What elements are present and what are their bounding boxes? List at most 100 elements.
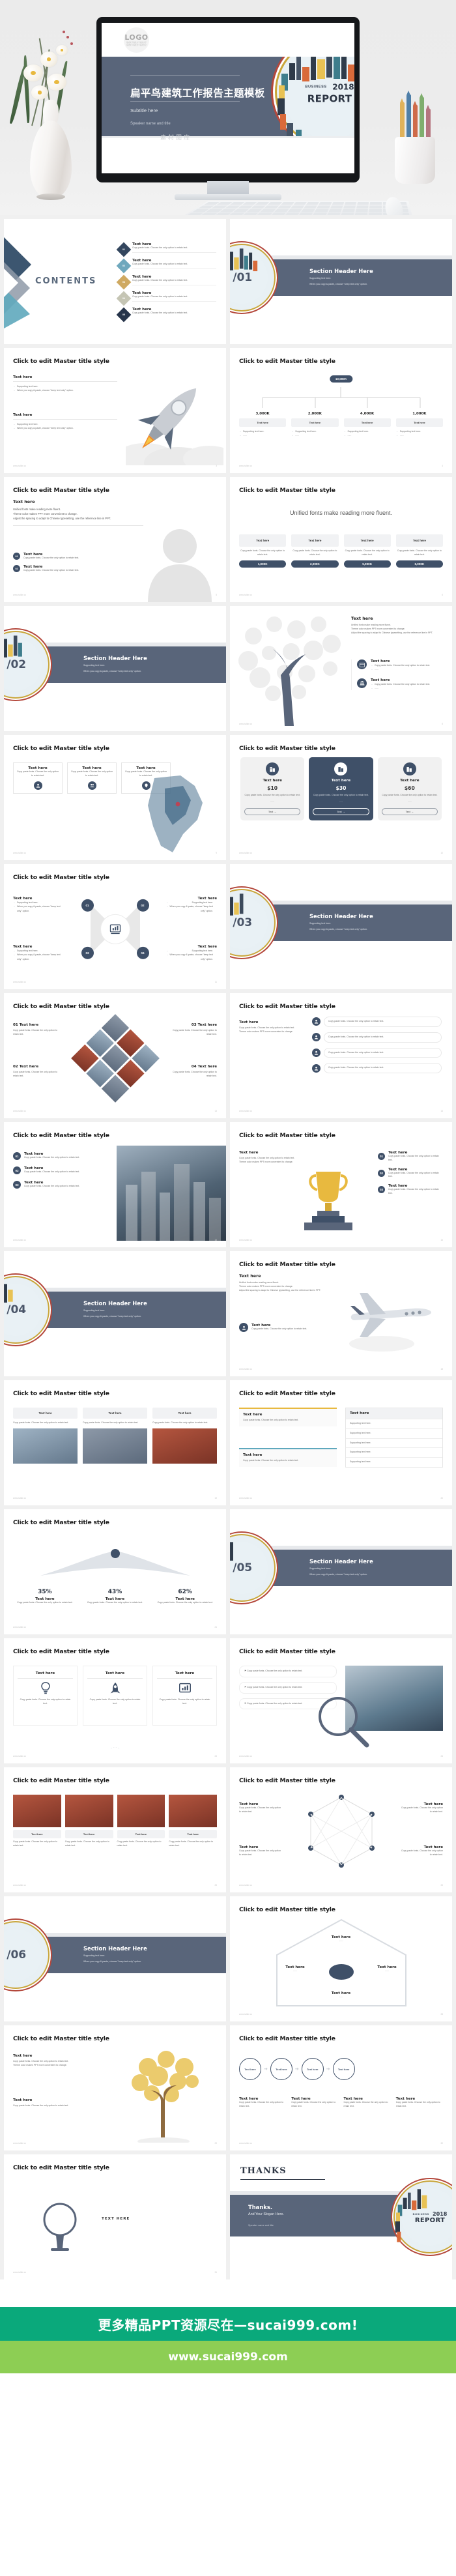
slide-section-06[interactable]: /06 Section Header Here Supporting text … (4, 1896, 226, 2021)
info-card[interactable]: Text here Copy paste fonts. Choose the o… (13, 762, 63, 794)
pricing-card[interactable]: Text here $60 Copy paste fonts. Choose t… (377, 757, 442, 820)
chat-row[interactable]: Copy paste fonts. Choose the only option… (312, 1047, 442, 1058)
promo-banner-cn[interactable]: 更多精品PPT资源尽在—sucai999.com! (0, 2307, 456, 2341)
photo-card[interactable]: Text here Copy paste fonts. Choose the o… (83, 1408, 147, 1464)
org-node[interactable]: 2,000K Text here Supporting text here. .… (291, 412, 339, 441)
stat-item: 43% Text here Copy paste fonts. Choose t… (83, 1589, 147, 1605)
slide-three-photos[interactable]: Click to edit Master title style Text he… (4, 1380, 226, 1505)
org-node[interactable]: 3,000K Text here Supporting text here. .… (239, 412, 287, 441)
slide-profile-text[interactable]: Click to edit Master title style Text he… (4, 477, 226, 602)
slide-magnifier[interactable]: Click to edit Master title style ⚑ Copy … (230, 1638, 452, 1763)
step-circle[interactable]: Text here (301, 2058, 324, 2080)
slide-trophy[interactable]: Click to edit Master title style Text he… (230, 1122, 452, 1247)
chat-row[interactable]: Copy paste fonts. Choose the only option… (312, 1017, 442, 1027)
slide-hexagon-diagram[interactable]: Click to edit Master title style Text he… (230, 1767, 452, 1892)
item-number: 03 (13, 1181, 21, 1189)
slide-unified-fonts[interactable]: Click to edit Master title style Unified… (230, 477, 452, 602)
slide-org-chart[interactable]: Click to edit Master title style 10,000K… (230, 348, 452, 473)
slide-pricing[interactable]: Click to edit Master title style Text he… (230, 735, 452, 860)
info-card[interactable]: Text here Copy paste fonts. Choose the o… (67, 762, 117, 794)
icon-card[interactable]: Text here Copy paste fonts. Choose the o… (83, 1666, 147, 1726)
bullet: When you copy & paste, choose "keep text… (13, 904, 64, 913)
kpi-card[interactable]: Text here Copy paste fonts. Choose the o… (343, 534, 391, 568)
slide-section-03[interactable]: /03 Section Header Here Supporting text … (230, 864, 452, 989)
slide-photo-diamonds[interactable]: Click to edit Master title style 01 Text… (4, 993, 226, 1118)
slide-house-diagram[interactable]: Click to edit Master title style Text he… (230, 1896, 452, 2021)
slide-four-quadrant[interactable]: Click to edit Master title style Text he… (4, 864, 226, 989)
icon-card[interactable]: Text here Copy paste fonts. Choose the o… (13, 1666, 78, 1726)
photo-card[interactable]: Text here Copy paste fonts. Choose the o… (64, 1795, 113, 1848)
slide-section-02[interactable]: /02 Section Header Here Supporting text … (4, 606, 226, 731)
contents-item[interactable]: 04 Text here Copy paste fonts. Choose th… (116, 291, 216, 306)
slide-section-04[interactable]: /04 Section Header Here Supporting text … (4, 1251, 226, 1376)
note-bubble[interactable]: ⚑ Copy paste fonts. Choose the only opti… (239, 1666, 337, 1677)
photo-card-title: Text here (83, 1408, 147, 1419)
numbered-item[interactable]: 02 Text here Copy paste fonts. Choose th… (13, 1166, 104, 1174)
feature-item[interactable]: Text here Copy paste fonts. Choose the o… (357, 678, 446, 693)
slide-mirror-text[interactable]: Click to edit Master title style TEXT HE… (4, 2154, 226, 2279)
slide-steps[interactable]: Click to edit Master title style Text he… (230, 2025, 452, 2150)
step-circle[interactable]: Text here (270, 2058, 292, 2080)
slide-airplane[interactable]: Click to edit Master title style Text he… (230, 1251, 452, 1376)
slide-map-cards[interactable]: Click to edit Master title style Text he… (4, 735, 226, 860)
kpi-card[interactable]: Text here Copy paste fonts. Choose the o… (395, 534, 443, 568)
photo-card[interactable]: Text here Copy paste fonts. Choose the o… (13, 1795, 61, 1848)
org-node[interactable]: 4,000K Text here Supporting text here. .… (343, 412, 391, 441)
pencil-cup (386, 91, 444, 186)
note-bubble[interactable]: ⚑ Copy paste fonts. Choose the only opti… (239, 1681, 337, 1694)
icon-card[interactable]: Text here Copy paste fonts. Choose the o… (152, 1666, 217, 1726)
numbered-item[interactable]: 01 Text here Copy paste fonts. Choose th… (13, 1152, 104, 1160)
numbered-item[interactable]: 01 Text here Copy paste fonts. Choose th… (13, 553, 137, 560)
pricing-card-featured[interactable]: Text here $30 Copy paste fonts. Choose t… (309, 757, 373, 820)
slide-rocket-list[interactable]: Click to edit Master title style Text he… (4, 348, 226, 473)
slide-chat-list[interactable]: Click to edit Master title style Text he… (230, 993, 452, 1118)
slide-thanks[interactable]: THANKS Thanks. And Your Slogan Here. Spe… (230, 2154, 452, 2279)
photo-card[interactable]: Text here Copy paste fonts. Choose the o… (152, 1408, 217, 1464)
plan-cta-button[interactable]: Text → (381, 807, 438, 815)
center-shape (328, 1964, 354, 1980)
pricing-card[interactable]: Text here $10 Copy paste fonts. Choose t… (240, 757, 305, 820)
contents-item[interactable]: 01 Text here Copy paste fonts. Choose th… (116, 242, 216, 257)
step-desc-block: Text here Copy paste fonts. Choose the o… (239, 2097, 286, 2109)
badge-business-label: BUSINESS (305, 85, 327, 89)
numbered-item[interactable]: 02 Text here Copy paste fonts. Choose th… (13, 565, 137, 573)
slide-footer-url: www.isdide.cc (13, 852, 27, 854)
slide-social-tree[interactable]: Text here Unified fonts make reading mor… (230, 606, 452, 731)
numbered-item[interactable]: 03 Text here Copy paste fonts. Choose th… (13, 1181, 104, 1189)
contents-item[interactable]: 02 Text here Copy paste fonts. Choose th… (116, 258, 216, 274)
photo-card-title: Text here (152, 1408, 217, 1419)
step-circle[interactable]: Text here (332, 2058, 355, 2080)
org-node[interactable]: 1,000K Text here Supporting text here. .… (395, 412, 443, 441)
kpi-card[interactable]: Text here Copy paste fonts. Choose the o… (291, 534, 339, 568)
feature-item[interactable]: Text here Copy paste fonts. Choose the o… (357, 659, 446, 674)
step-circle[interactable]: Text here (239, 2058, 261, 2080)
contents-item[interactable]: 03 Text here Copy paste fonts. Choose th… (116, 274, 216, 290)
slide-city-photo[interactable]: Click to edit Master title style 01 Text… (4, 1122, 226, 1247)
slide-section-05[interactable]: /05 Section Header Here Supporting text … (230, 1509, 452, 1634)
section-sub2: When you copy & paste, choose "keep text… (309, 283, 368, 285)
kpi-card[interactable]: Text here Copy paste fonts. Choose the o… (239, 534, 287, 568)
slide-icon-cards[interactable]: Click to edit Master title style Text he… (4, 1638, 226, 1763)
photo-card[interactable]: Text here Copy paste fonts. Choose the o… (117, 1795, 165, 1848)
slide-notes-table[interactable]: Click to edit Master title style Text he… (230, 1380, 452, 1505)
chat-row[interactable]: Copy paste fonts. Choose the only option… (312, 1032, 442, 1043)
photo-card[interactable]: Text here Copy paste fonts. Choose the o… (13, 1408, 78, 1464)
numbered-item[interactable]: 03 Text here Copy paste fonts. Choose th… (378, 1184, 443, 1196)
contents-item[interactable]: 05 Text here Copy paste fonts. Choose th… (116, 307, 216, 323)
plan-cta-button[interactable]: Text → (313, 807, 369, 815)
slide-contents[interactable]: CONTENTS 01 Text here Copy paste fonts. … (4, 219, 226, 344)
slide-stats[interactable]: Click to edit Master title style 35% Tex… (4, 1509, 226, 1634)
photo-card[interactable]: Text here Copy paste fonts. Choose the o… (169, 1795, 217, 1848)
plan-cta-button[interactable]: Text → (244, 807, 301, 815)
numbered-item[interactable]: 02 Text here Copy paste fonts. Choose th… (378, 1168, 443, 1179)
slide-money-tree[interactable]: Click to edit Master title style Text he… (4, 2025, 226, 2150)
wing-illustration (40, 1549, 190, 1576)
numbered-item[interactable]: 01 Text here Copy paste fonts. Choose th… (378, 1151, 443, 1163)
feature-item[interactable]: Text here Copy paste fonts. Choose the o… (239, 1323, 327, 1332)
slide-section-01[interactable]: /01 Section Header Here Supporting text … (230, 219, 452, 344)
stat-value: 35% (38, 1589, 52, 1595)
slide-four-photos[interactable]: Click to edit Master title style Text he… (4, 1767, 226, 1892)
chat-row[interactable]: Copy paste fonts. Choose the only option… (312, 1063, 442, 1074)
promo-banner-url[interactable]: www.sucai999.com (0, 2341, 456, 2373)
slide-footer-url: www.isdide.cc (13, 981, 27, 983)
